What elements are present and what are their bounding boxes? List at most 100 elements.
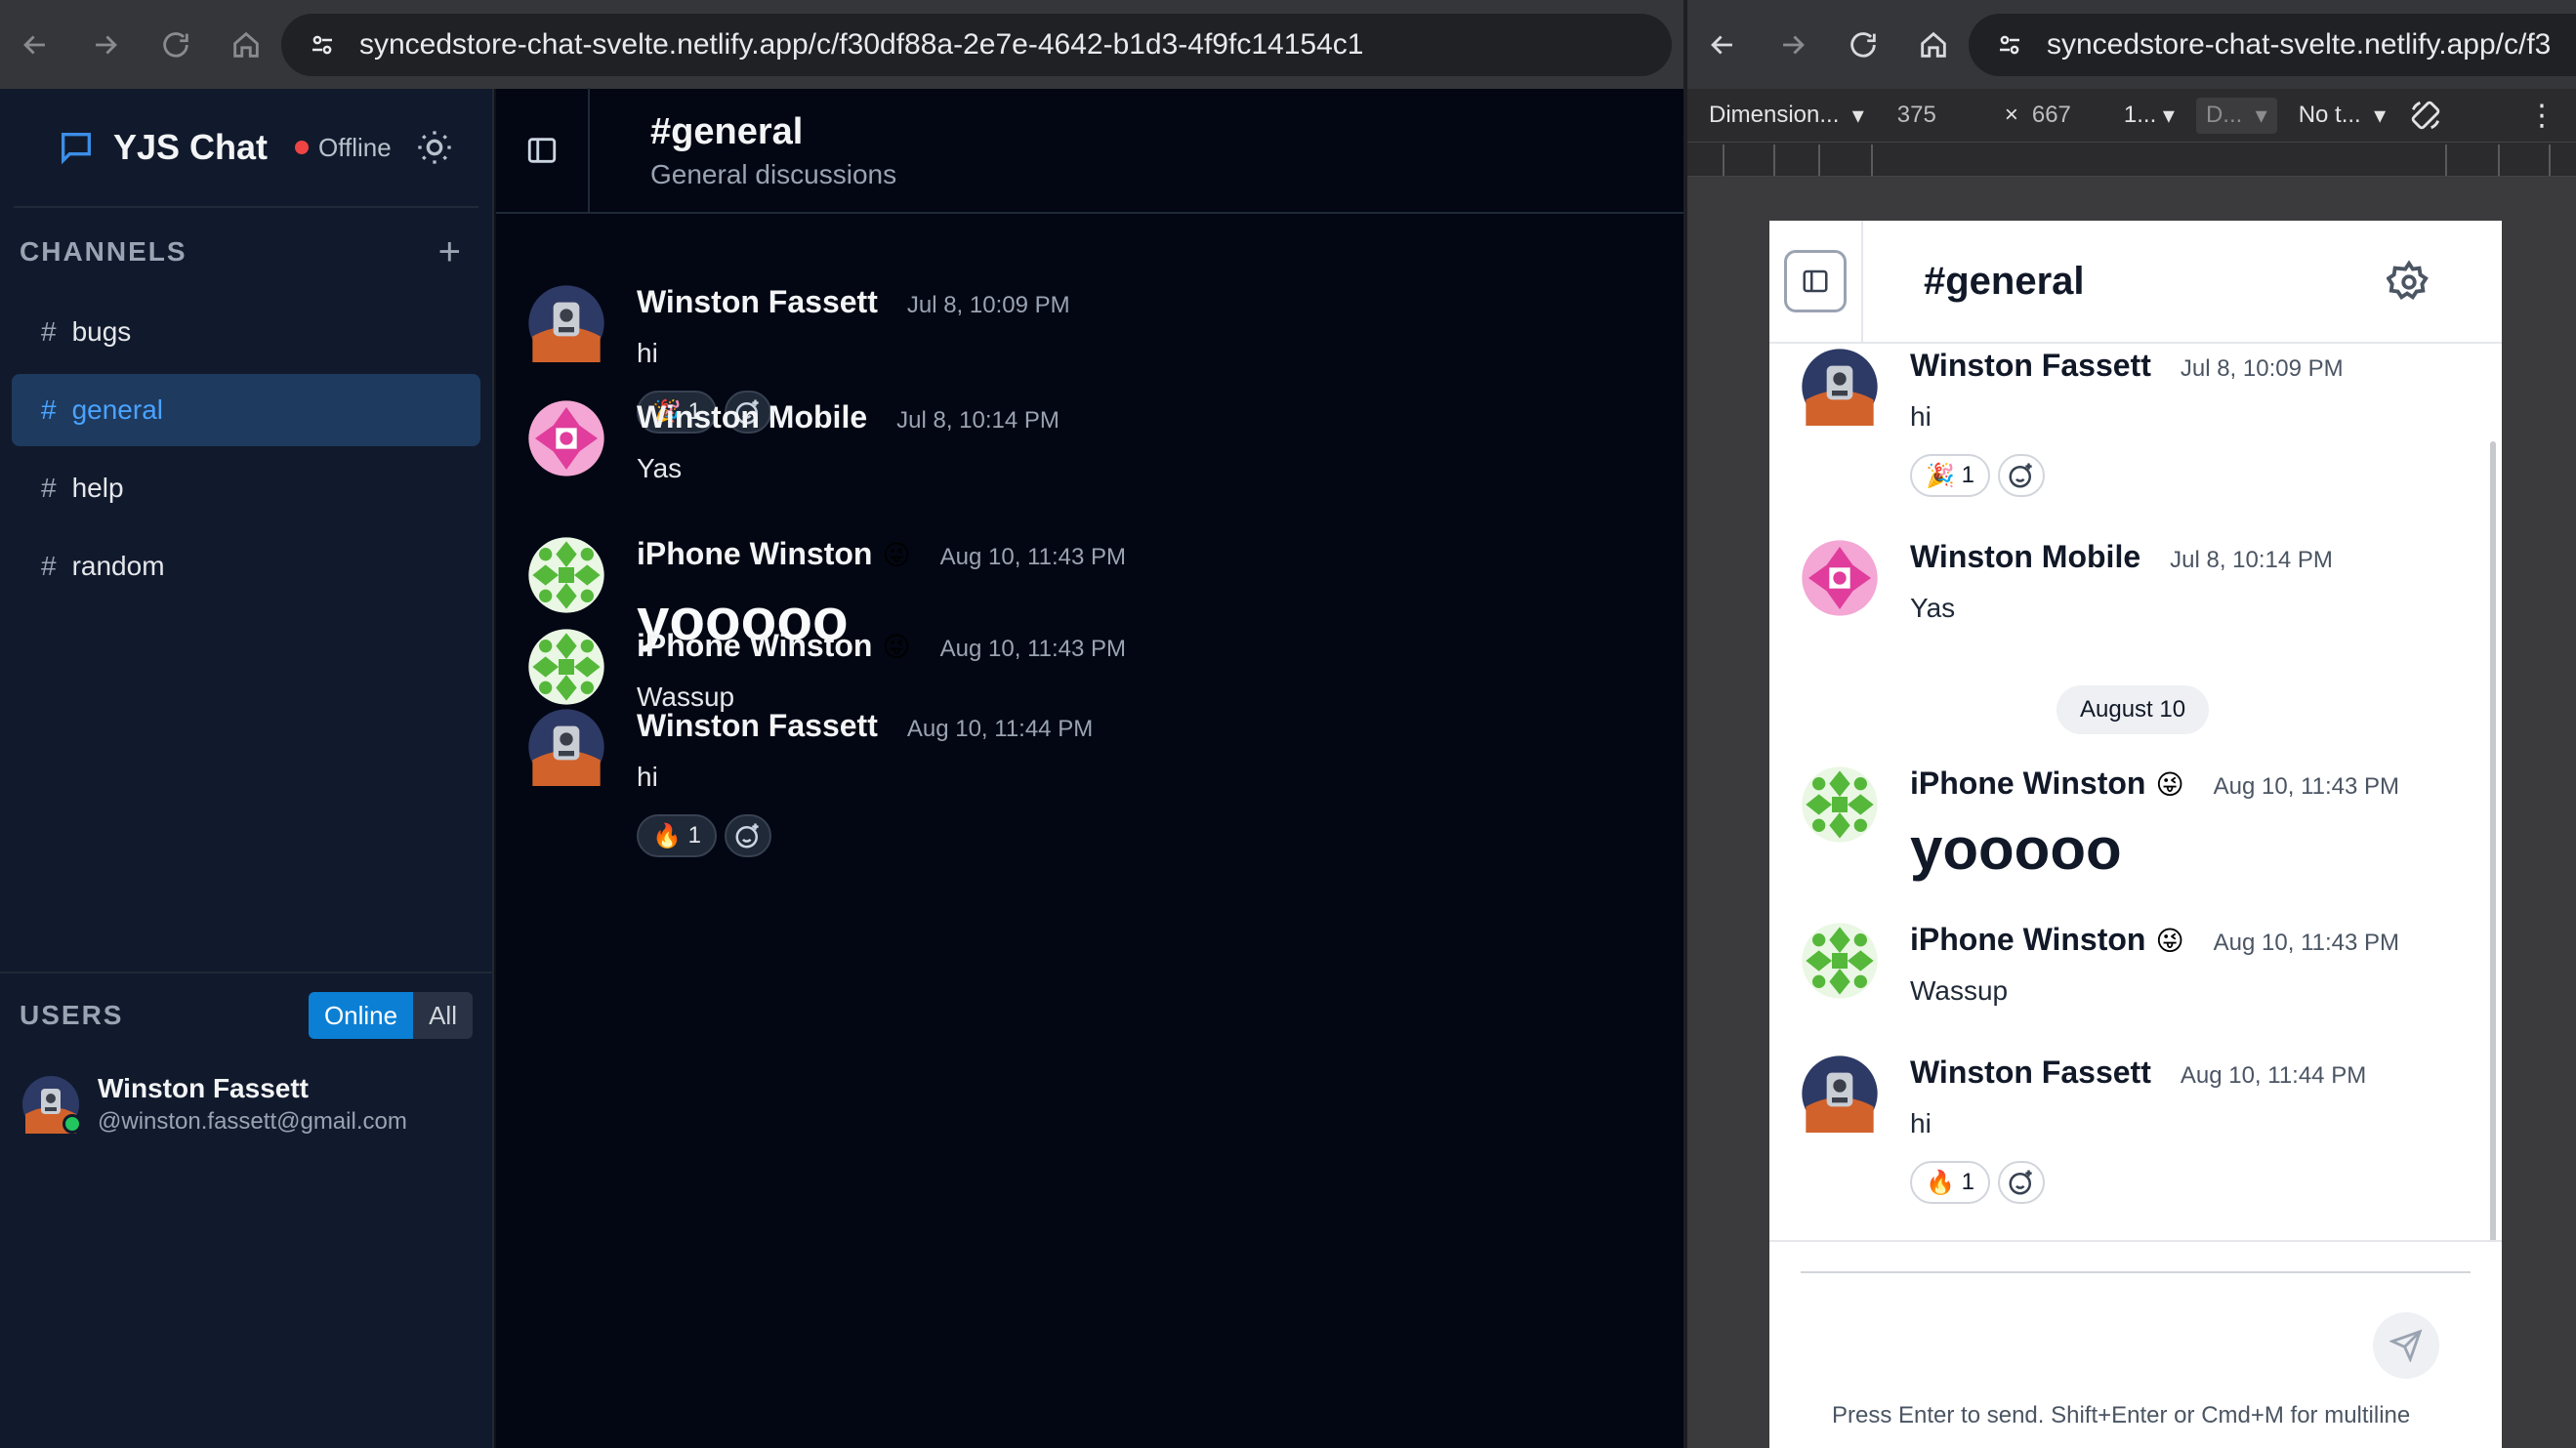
- message-input[interactable]: [1801, 1271, 2471, 1273]
- theme-toggle-sun-icon[interactable]: [415, 128, 454, 167]
- forward-button[interactable]: [1758, 0, 1828, 89]
- site-settings-icon[interactable]: [299, 21, 346, 68]
- channel-name: help: [71, 473, 124, 503]
- browser-toolbar-left: syncedstore-chat-svelte.netlify.app/c/f3…: [0, 0, 1683, 89]
- add-reaction-button[interactable]: [1997, 1161, 2045, 1204]
- home-icon: [233, 31, 259, 58]
- composer-hint: Press Enter to send. Shift+Enter or Cmd+…: [1832, 1402, 2411, 1428]
- reaction-chip[interactable]: 🎉 1: [1910, 454, 1990, 497]
- url-text: syncedstore-chat-svelte.netlify.app/c/f3…: [359, 27, 1364, 61]
- chat-main: #general General discussions Winston Fas…: [496, 88, 1683, 1448]
- channel-item-general[interactable]: # general: [12, 374, 480, 446]
- message-author: iPhone Winston: [1910, 765, 2146, 801]
- back-button[interactable]: [1687, 0, 1758, 89]
- message-text: hi: [637, 338, 658, 368]
- back-button[interactable]: [0, 0, 70, 89]
- message-text: Yas: [637, 453, 683, 483]
- message-author: Winston Mobile: [637, 399, 868, 434]
- zoom-dropdown[interactable]: 1... ▾: [2124, 102, 2175, 130]
- channel-item-help[interactable]: # help: [12, 452, 480, 524]
- send-paper-plane-icon: [2389, 1329, 2423, 1362]
- width-input[interactable]: 375: [1897, 102, 1936, 129]
- zoom-label: 1...: [2123, 102, 2157, 128]
- rotate-icon[interactable]: [2409, 99, 2442, 132]
- message: Winston Mobile Jul 8, 10:14 PM Yas: [527, 399, 1059, 484]
- height-input[interactable]: 667: [2032, 102, 2071, 129]
- message: Winston Mobile Jul 8, 10:14 PM Yas: [1801, 539, 2333, 624]
- message-author: Winston Fassett: [637, 284, 878, 319]
- toggle-sidebar-button[interactable]: [1769, 221, 1863, 343]
- scrollbar[interactable]: [2490, 441, 2496, 1242]
- chat-bubble-icon: [62, 133, 91, 165]
- home-button[interactable]: [211, 0, 281, 89]
- fire-emoji-icon: 🔥: [652, 822, 682, 849]
- toggle-sidebar-button[interactable]: [496, 88, 590, 213]
- online-indicator: [62, 1114, 82, 1134]
- reload-icon: [1850, 31, 1876, 58]
- reactions: 🎉 1: [1910, 454, 2344, 497]
- channel-subtitle: General discussions: [650, 158, 897, 189]
- send-button[interactable]: [2373, 1312, 2439, 1379]
- message-author: iPhone Winston: [1910, 922, 2146, 957]
- message-author: Winston Fassett: [1910, 348, 2151, 383]
- dpr-dropdown[interactable]: D... ▾: [2195, 97, 2277, 134]
- dpr-label: D...: [2205, 102, 2243, 128]
- user-list-item[interactable]: Winston Fassett @winston.fassett@gmail.c…: [0, 1057, 492, 1151]
- channel-item-random[interactable]: # random: [12, 530, 480, 602]
- message-time: Aug 10, 11:43 PM: [2213, 773, 2400, 800]
- throttle-dropdown[interactable]: No t... ▾: [2299, 102, 2386, 130]
- channels-header: CHANNELS +: [0, 208, 492, 296]
- message-text: Yas: [1910, 593, 1956, 623]
- reload-icon: [163, 31, 188, 58]
- users-filter-toggle: Online All: [308, 992, 473, 1039]
- winking-tongue-emoji-icon: 😜: [882, 540, 911, 570]
- home-button[interactable]: [1898, 0, 1969, 89]
- channel-item-bugs[interactable]: # bugs: [12, 296, 480, 368]
- users-label: USERS: [20, 1000, 124, 1030]
- add-channel-plus-icon[interactable]: +: [438, 232, 461, 271]
- address-bar[interactable]: syncedstore-chat-svelte.netlify.app/c/f3: [1969, 13, 2576, 76]
- message-author: Winston Fassett: [1910, 1055, 2151, 1090]
- message: iPhone Winston 😜 Aug 10, 11:43 PM Wassup: [1801, 922, 2399, 1007]
- forward-arrow-icon: [96, 34, 117, 55]
- green-identicon-avatar-icon: [528, 629, 604, 705]
- message: iPhone Winston 😜 Aug 10, 11:43 PM yooooo: [1801, 765, 2399, 883]
- message-time: Jul 8, 10:09 PM: [2180, 355, 2344, 382]
- green-identicon-avatar-icon: [528, 537, 604, 613]
- device-ruler: [1687, 142, 2576, 177]
- message-author: iPhone Winston: [637, 536, 873, 571]
- message-time: Aug 10, 11:44 PM: [2180, 1062, 2367, 1089]
- message-author: Winston Mobile: [1910, 539, 2141, 574]
- message-author: iPhone Winston: [637, 628, 873, 663]
- robot-avatar-icon: [528, 709, 604, 786]
- caret-down-icon: ▾: [2162, 102, 2175, 129]
- pink-identicon-avatar-icon: [528, 400, 604, 476]
- sidebar-panel-icon: [527, 138, 557, 163]
- address-bar[interactable]: syncedstore-chat-svelte.netlify.app/c/f3…: [281, 13, 1672, 76]
- channel-header: #general General discussions: [496, 88, 1683, 214]
- gear-icon[interactable]: [2387, 260, 2431, 305]
- message-time: Aug 10, 11:43 PM: [2213, 930, 2400, 956]
- reaction-chip[interactable]: 🔥 1: [1910, 1161, 1990, 1204]
- offline-status-dot: [295, 141, 310, 154]
- reload-button[interactable]: [1828, 0, 1898, 89]
- forward-button[interactable]: [70, 0, 141, 89]
- dimensions-dropdown[interactable]: Dimension... ▾: [1709, 102, 1864, 130]
- winking-tongue-emoji-icon: 😜: [2155, 769, 2184, 800]
- online-filter-button[interactable]: Online: [308, 992, 414, 1039]
- message-text: hi: [637, 762, 658, 792]
- reactions: 🔥 1: [1910, 1161, 2366, 1204]
- add-reaction-button[interactable]: [724, 814, 771, 857]
- reaction-chip[interactable]: 🔥 1: [637, 814, 717, 857]
- message-time: Aug 10, 11:43 PM: [939, 636, 1127, 662]
- all-filter-button[interactable]: All: [413, 992, 473, 1039]
- channel-name: bugs: [71, 316, 132, 347]
- message-text: yooooo: [1910, 816, 2122, 882]
- site-settings-icon[interactable]: [1986, 21, 2033, 68]
- robot-avatar-icon: [1802, 1055, 1878, 1133]
- reactions: 🔥 1: [637, 814, 1093, 857]
- reload-button[interactable]: [141, 0, 211, 89]
- more-options-icon[interactable]: ⋮: [2527, 99, 2556, 133]
- message-time: Aug 10, 11:43 PM: [939, 544, 1127, 570]
- add-reaction-button[interactable]: [1997, 454, 2045, 497]
